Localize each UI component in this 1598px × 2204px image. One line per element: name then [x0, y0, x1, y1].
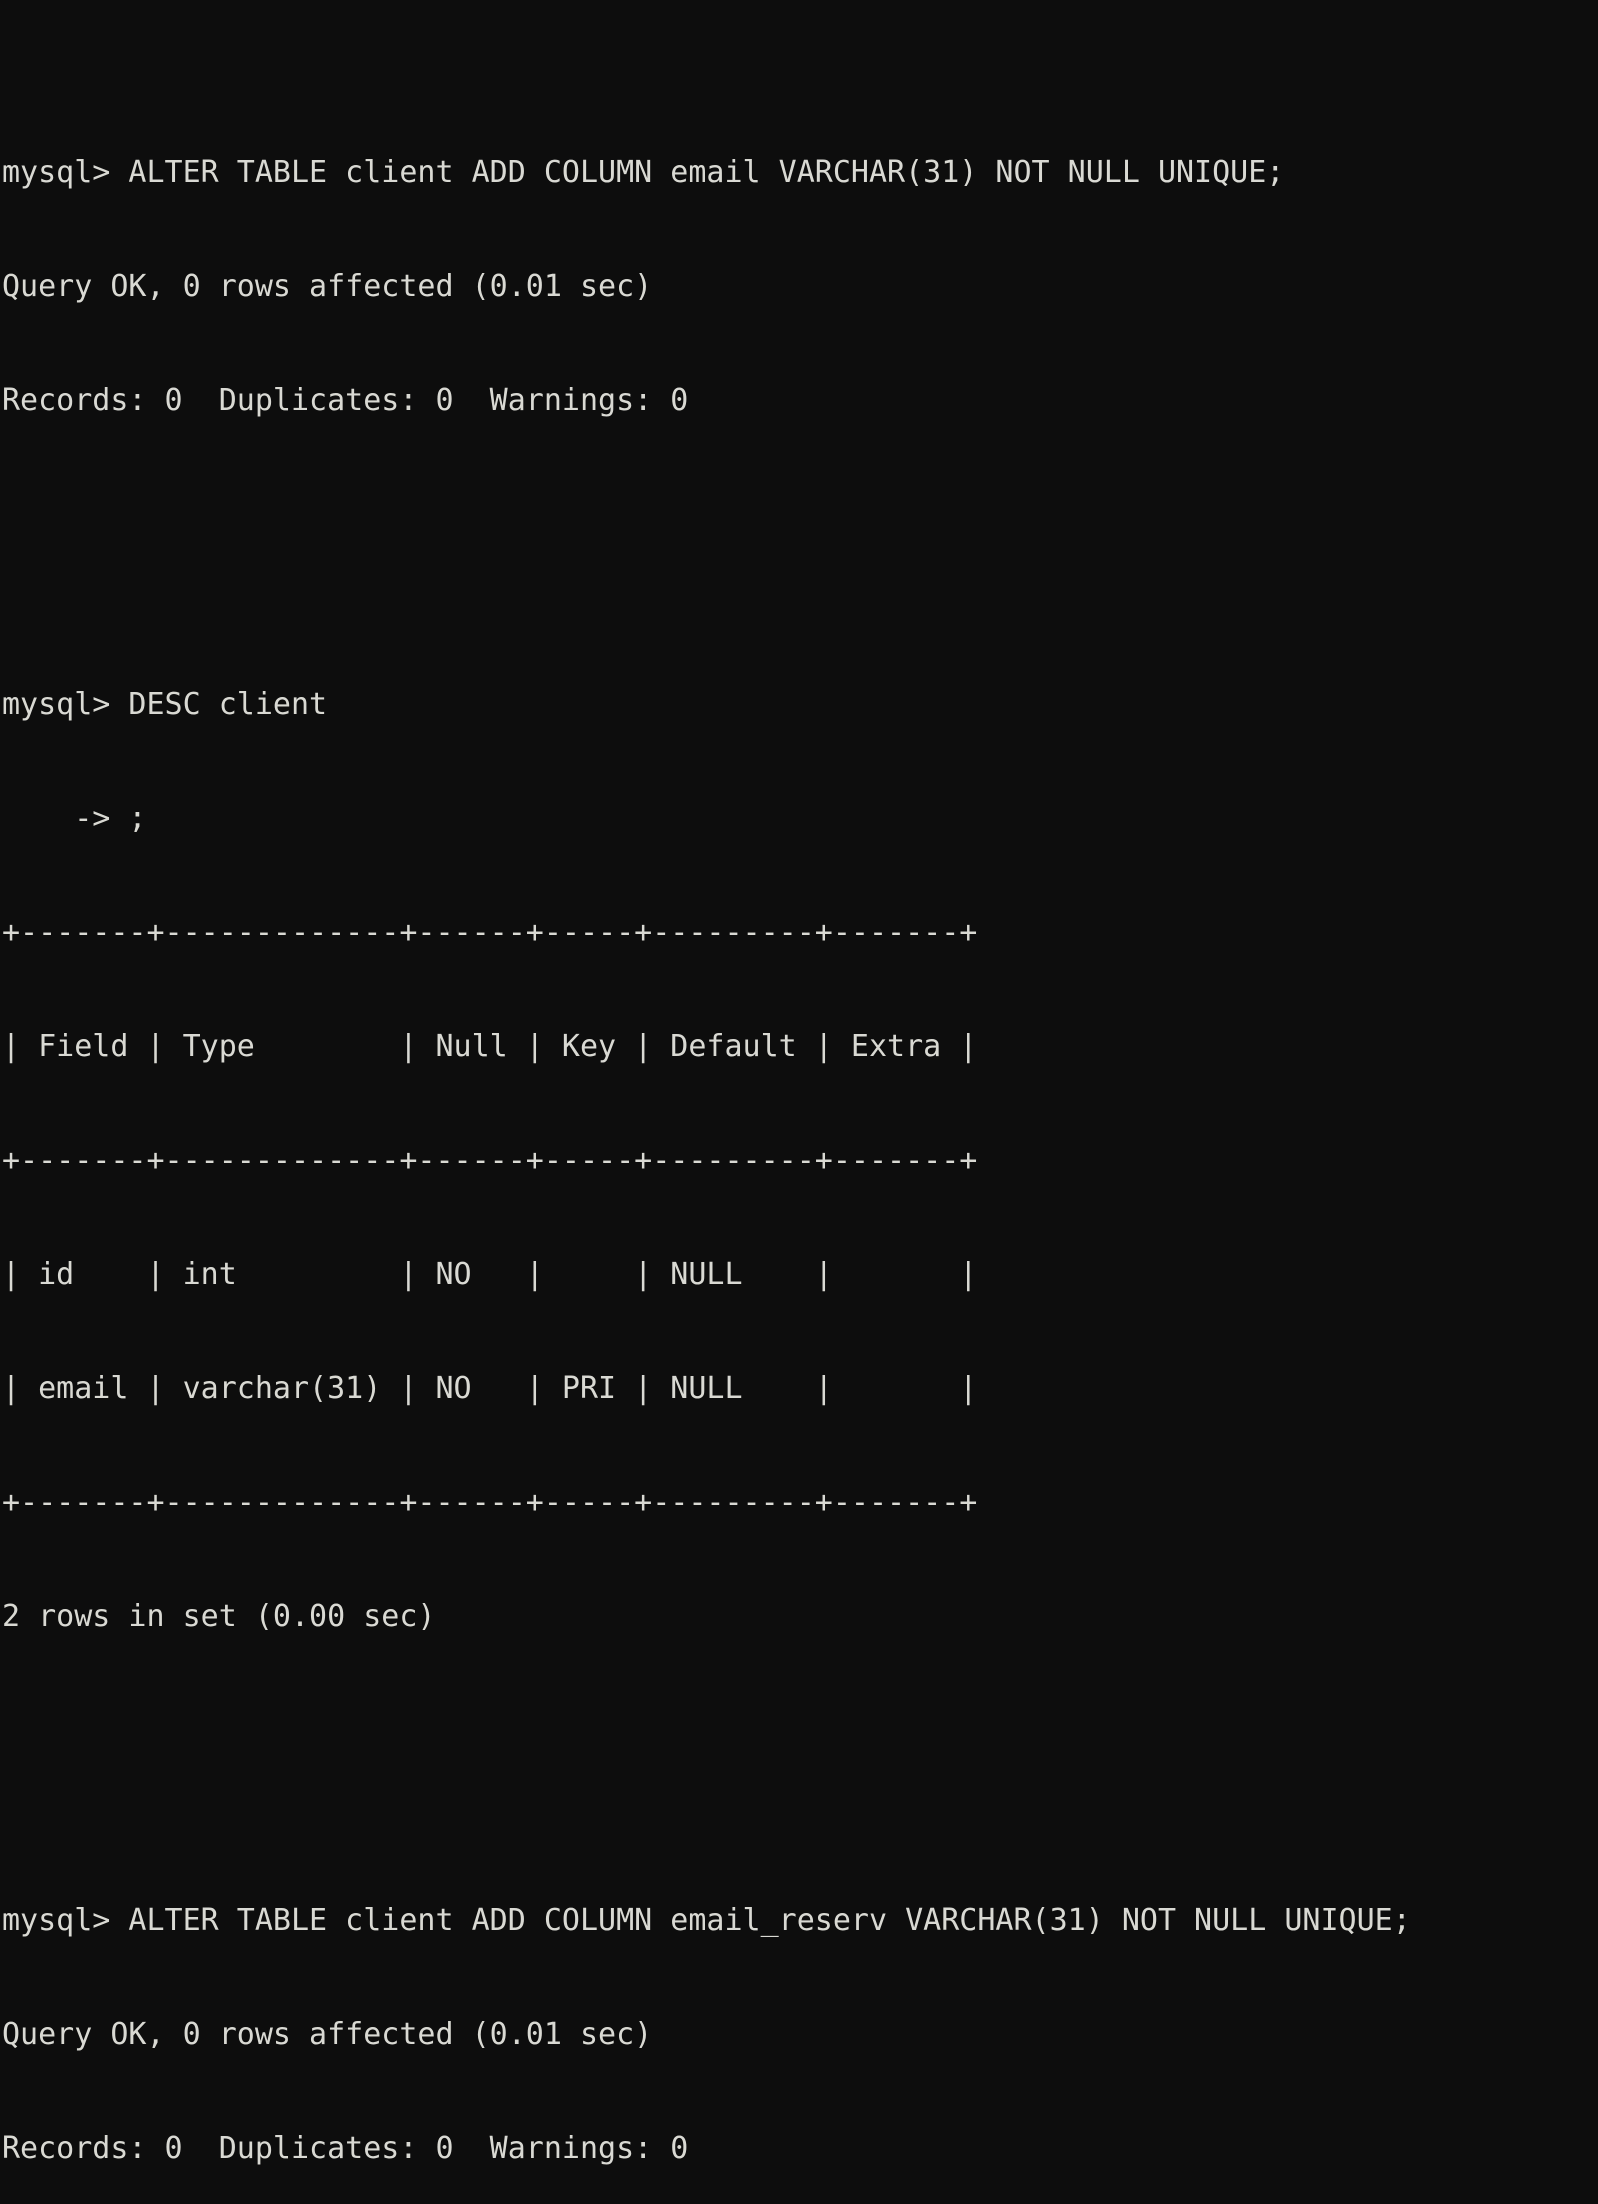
- table-row: | email | varchar(31) | NO | PRI | NULL …: [2, 1371, 978, 1406]
- query-result-line: Query OK, 0 rows affected (0.01 sec): [2, 269, 653, 304]
- command-line: mysql> ALTER TABLE client ADD COLUMN ema…: [2, 155, 1285, 190]
- table-border: +-------+-------------+------+-----+----…: [2, 915, 978, 950]
- query-result-line: Records: 0 Duplicates: 0 Warnings: 0: [2, 383, 689, 418]
- query-result-line: Records: 0 Duplicates: 0 Warnings: 0: [2, 2131, 689, 2166]
- row-count-footer: 2 rows in set (0.00 sec): [2, 1599, 436, 1634]
- terminal-window[interactable]: mysql> ALTER TABLE client ADD COLUMN ema…: [0, 0, 1598, 2166]
- table-row: | id | int | NO | | NULL | |: [2, 1257, 978, 1292]
- table-border: +-------+-------------+------+-----+----…: [2, 1485, 978, 1520]
- command-line: mysql> DESC client: [2, 687, 328, 722]
- table-header-row: | Field | Type | Null | Key | Default | …: [2, 1029, 978, 1064]
- command-line: mysql> ALTER TABLE client ADD COLUMN ema…: [2, 1903, 1411, 1938]
- query-result-line: Query OK, 0 rows affected (0.01 sec): [2, 2017, 653, 2052]
- continuation-line: -> ;: [2, 801, 147, 836]
- table-border: +-------+-------------+------+-----+----…: [2, 1143, 978, 1178]
